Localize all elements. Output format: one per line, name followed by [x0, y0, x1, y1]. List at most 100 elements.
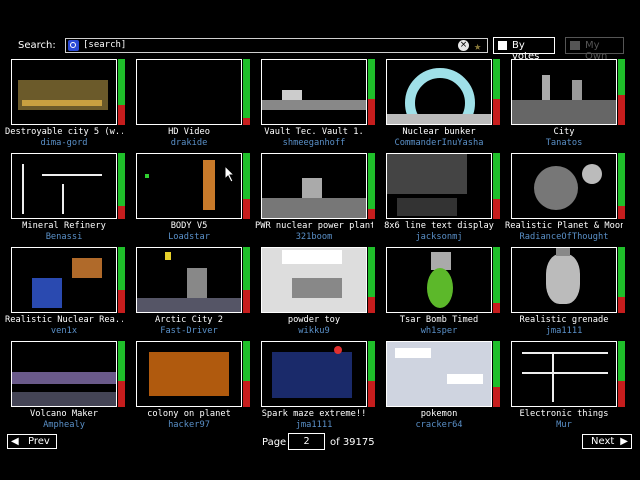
- save-tile[interactable]: Realistic Planet & Moon RadianceOfThought: [505, 153, 627, 243]
- save-author[interactable]: Fast-Driver: [130, 326, 248, 336]
- save-thumbnail[interactable]: [261, 341, 367, 407]
- save-author[interactable]: wh1sper: [380, 326, 498, 336]
- save-thumbnail[interactable]: [386, 247, 492, 313]
- save-author[interactable]: shmeeganhoff: [255, 138, 373, 148]
- save-title: Mineral Refinery: [22, 221, 106, 231]
- save-thumbnail[interactable]: [261, 153, 367, 219]
- save-thumbnail[interactable]: [386, 153, 492, 219]
- save-thumbnail[interactable]: [11, 153, 117, 219]
- vote-bar: [493, 153, 500, 219]
- save-thumbnail[interactable]: [136, 341, 242, 407]
- save-title: powder toy: [287, 315, 341, 325]
- save-tile[interactable]: Electronic things Mur: [511, 341, 627, 431]
- save-tile[interactable]: Mineral Refinery Benassi: [11, 153, 127, 243]
- save-thumbnail[interactable]: [136, 153, 242, 219]
- save-tile[interactable]: PWR nuclear power plant 321boom: [255, 153, 377, 243]
- vote-down-fill: [243, 199, 250, 219]
- save-tile[interactable]: pokemon cracker64: [386, 341, 502, 431]
- sort-icon: [498, 41, 507, 50]
- vote-down-fill: [368, 381, 375, 407]
- save-author[interactable]: ven1x: [5, 326, 123, 336]
- save-author[interactable]: cracker64: [380, 420, 498, 430]
- save-author[interactable]: hacker97: [130, 420, 248, 430]
- save-tile[interactable]: Arctic City 2 Fast-Driver: [136, 247, 252, 337]
- save-tile[interactable]: Volcano Maker Amphealy: [11, 341, 127, 431]
- save-thumbnail[interactable]: [11, 341, 117, 407]
- save-thumbnail[interactable]: [386, 59, 492, 125]
- save-thumbnail[interactable]: [511, 341, 617, 407]
- vote-up-fill: [243, 247, 250, 290]
- search-input[interactable]: [search]: [65, 38, 488, 53]
- save-author[interactable]: CommanderInuYasha: [380, 138, 498, 148]
- save-tile[interactable]: Destroyable city 5 (w... dima-gord: [5, 59, 127, 149]
- save-tile[interactable]: City Tanatos: [511, 59, 627, 149]
- save-thumbnail[interactable]: [136, 59, 242, 125]
- page-count: of 39175: [330, 437, 375, 448]
- save-author[interactable]: Loadstar: [130, 232, 248, 242]
- star-icon[interactable]: ★: [474, 39, 481, 53]
- save-title: BODY V5: [170, 221, 208, 231]
- save-author[interactable]: jacksonmj: [380, 232, 498, 242]
- vote-up-fill: [493, 153, 500, 199]
- save-title: Realistic Nuclear Rea...: [5, 315, 123, 325]
- save-author[interactable]: dima-gord: [5, 138, 123, 148]
- vote-up-fill: [368, 59, 375, 99]
- vote-bar: [618, 153, 625, 219]
- vote-bar: [618, 247, 625, 313]
- save-author[interactable]: wikku9: [255, 326, 373, 336]
- save-title: Vault Tec. Vault 1.: [264, 127, 364, 137]
- save-tile[interactable]: Realistic Nuclear Rea... ven1x: [5, 247, 127, 337]
- page-input[interactable]: 2: [288, 433, 325, 450]
- vote-down-fill: [118, 206, 125, 219]
- save-author[interactable]: Amphealy: [5, 420, 123, 430]
- save-author[interactable]: Tanatos: [505, 138, 623, 148]
- save-author[interactable]: Benassi: [5, 232, 123, 242]
- vote-bar: [118, 341, 125, 407]
- vote-down-fill: [243, 381, 250, 407]
- vote-bar: [618, 59, 625, 125]
- save-author[interactable]: 321boom: [255, 232, 373, 242]
- save-tile[interactable]: Nuclear bunker CommanderInuYasha: [386, 59, 502, 149]
- save-title: HD Video: [168, 127, 210, 137]
- vote-down-fill: [493, 387, 500, 407]
- sort-by-votes-button[interactable]: By votes: [493, 37, 555, 62]
- save-thumbnail[interactable]: [511, 59, 617, 125]
- save-thumbnail[interactable]: [136, 247, 242, 313]
- prev-button[interactable]: ◀ Prev: [7, 434, 57, 449]
- vote-bar: [493, 341, 500, 407]
- save-title: Spark maze extreme!!: [261, 409, 367, 419]
- save-thumbnail[interactable]: [261, 247, 367, 313]
- vote-up-fill: [618, 153, 625, 206]
- save-tile[interactable]: Spark maze extreme!! jma1111: [261, 341, 377, 431]
- clear-icon[interactable]: ×: [458, 40, 469, 51]
- save-tile[interactable]: 8x6 line text display jacksonmj: [384, 153, 502, 243]
- save-thumbnail[interactable]: [386, 341, 492, 407]
- save-tile[interactable]: colony on planet hacker97: [136, 341, 252, 431]
- save-thumbnail[interactable]: [511, 153, 617, 219]
- vote-bar: [493, 247, 500, 313]
- vote-down-fill: [368, 99, 375, 125]
- save-thumbnail[interactable]: [11, 247, 117, 313]
- my-own-button[interactable]: My Own: [565, 37, 624, 62]
- save-thumbnail[interactable]: [261, 59, 367, 125]
- vote-bar: [368, 59, 375, 125]
- save-author[interactable]: jma1111: [505, 326, 623, 336]
- save-tile[interactable]: HD Video drakide: [136, 59, 252, 149]
- next-button[interactable]: Next ▶: [582, 434, 632, 449]
- save-thumbnail[interactable]: [11, 59, 117, 125]
- save-title: Arctic City 2: [155, 315, 223, 325]
- save-tile[interactable]: Vault Tec. Vault 1. shmeeganhoff: [261, 59, 377, 149]
- save-tile[interactable]: powder toy wikku9: [261, 247, 377, 337]
- save-author[interactable]: jma1111: [255, 420, 373, 430]
- save-author[interactable]: Mur: [505, 420, 623, 430]
- save-author[interactable]: RadianceOfThought: [505, 232, 623, 242]
- save-thumbnail[interactable]: [511, 247, 617, 313]
- save-tile[interactable]: Realistic grenade jma1111: [511, 247, 627, 337]
- save-tile[interactable]: Tsar Bomb Timed wh1sper: [386, 247, 502, 337]
- vote-up-fill: [493, 247, 500, 303]
- save-title: Tsar Bomb Timed: [399, 315, 479, 325]
- save-author[interactable]: drakide: [130, 138, 248, 148]
- vote-up-fill: [118, 247, 125, 290]
- magnifier-icon: [68, 40, 79, 51]
- save-title: Destroyable city 5 (w...: [5, 127, 123, 137]
